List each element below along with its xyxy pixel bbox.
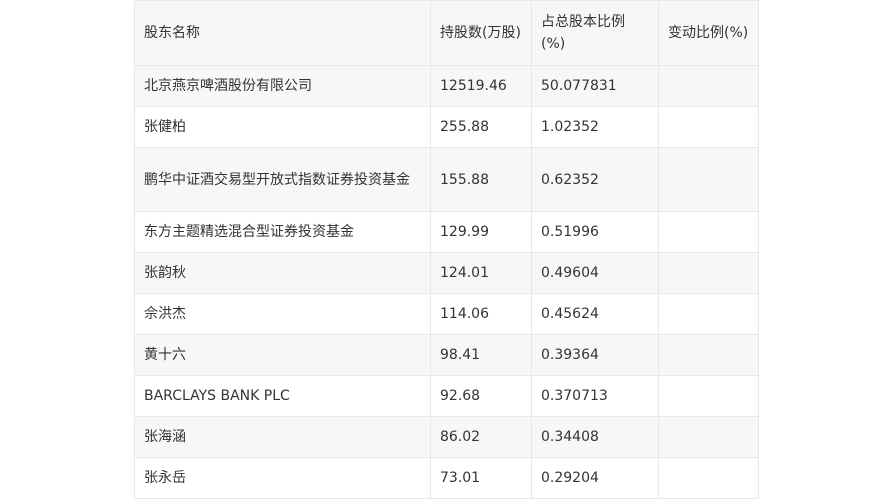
cell-shares: 114.06 [430, 293, 532, 335]
table-row: 鹏华中证酒交易型开放式指数证券投资基金 155.88 0.62352 [134, 147, 759, 212]
cell-shares: 73.01 [430, 457, 532, 499]
cell-shares: 155.88 [430, 147, 532, 212]
cell-shares: 129.99 [430, 211, 532, 253]
table-row: 东方主题精选混合型证券投资基金 129.99 0.51996 [134, 211, 759, 253]
cell-ratio: 50.077831 [531, 65, 659, 107]
header-share-ratio: 占总股本比例(%) [531, 0, 659, 66]
cell-change [658, 65, 759, 107]
cell-name: 东方主题精选混合型证券投资基金 [134, 211, 431, 253]
cell-name: BARCLAYS BANK PLC [134, 375, 431, 417]
cell-name: 北京燕京啤酒股份有限公司 [134, 65, 431, 107]
cell-ratio: 0.34408 [531, 416, 659, 458]
table-row: 张永岳 73.01 0.29204 [134, 457, 759, 499]
header-shareholder-name: 股东名称 [134, 0, 431, 66]
cell-change [658, 147, 759, 212]
cell-ratio: 0.45624 [531, 293, 659, 335]
cell-ratio: 0.29204 [531, 457, 659, 499]
cell-change [658, 211, 759, 253]
cell-shares: 12519.46 [430, 65, 532, 107]
cell-ratio: 1.02352 [531, 106, 659, 148]
cell-name: 黄十六 [134, 334, 431, 376]
cell-name: 张海涵 [134, 416, 431, 458]
cell-shares: 86.02 [430, 416, 532, 458]
shareholder-table-container: 股东名称 持股数(万股) 占总股本比例(%) 变动比例(%) 北京燕京啤酒股份有… [134, 0, 759, 499]
cell-name: 张永岳 [134, 457, 431, 499]
cell-ratio: 0.39364 [531, 334, 659, 376]
table-row: 张海涵 86.02 0.34408 [134, 416, 759, 458]
cell-ratio: 0.370713 [531, 375, 659, 417]
cell-ratio: 0.62352 [531, 147, 659, 212]
shareholder-table: 股东名称 持股数(万股) 占总股本比例(%) 变动比例(%) 北京燕京啤酒股份有… [134, 0, 759, 499]
table-row: BARCLAYS BANK PLC 92.68 0.370713 [134, 375, 759, 417]
header-change-ratio: 变动比例(%) [658, 0, 759, 66]
table-row: 黄十六 98.41 0.39364 [134, 334, 759, 376]
cell-name: 佘洪杰 [134, 293, 431, 335]
cell-shares: 255.88 [430, 106, 532, 148]
table-row: 北京燕京啤酒股份有限公司 12519.46 50.077831 [134, 65, 759, 107]
cell-ratio: 0.51996 [531, 211, 659, 253]
cell-name: 张韵秋 [134, 252, 431, 294]
cell-change [658, 293, 759, 335]
cell-change [658, 106, 759, 148]
cell-change [658, 334, 759, 376]
cell-ratio: 0.49604 [531, 252, 659, 294]
table-header-row: 股东名称 持股数(万股) 占总股本比例(%) 变动比例(%) [134, 0, 759, 66]
cell-change [658, 416, 759, 458]
cell-change [658, 375, 759, 417]
cell-change [658, 252, 759, 294]
cell-name: 鹏华中证酒交易型开放式指数证券投资基金 [134, 147, 431, 212]
header-shares-held: 持股数(万股) [430, 0, 532, 66]
cell-shares: 92.68 [430, 375, 532, 417]
table-row: 佘洪杰 114.06 0.45624 [134, 293, 759, 335]
cell-shares: 98.41 [430, 334, 532, 376]
cell-shares: 124.01 [430, 252, 532, 294]
table-row: 张韵秋 124.01 0.49604 [134, 252, 759, 294]
cell-change [658, 457, 759, 499]
table-row: 张健柏 255.88 1.02352 [134, 106, 759, 148]
cell-name: 张健柏 [134, 106, 431, 148]
